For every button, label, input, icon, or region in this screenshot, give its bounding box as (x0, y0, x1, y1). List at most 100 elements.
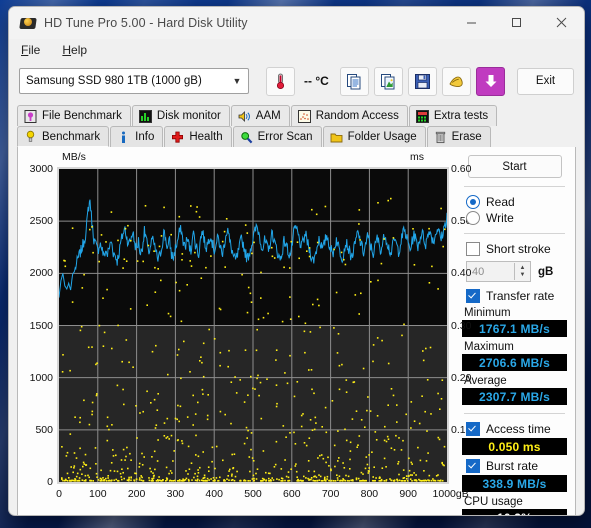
x-axis-tick: 900 (399, 488, 417, 500)
x-axis-tick: 200 (127, 488, 146, 500)
thermometer-button[interactable] (266, 66, 295, 96)
transfer-rate-label: Transfer rate (486, 289, 555, 303)
minimum-value: 1767.1 MB/s (462, 320, 567, 337)
tab-disk-monitor[interactable]: Disk monitor (131, 105, 230, 126)
x-axis-tick: 0 (56, 488, 62, 500)
copy-image-button[interactable] (374, 66, 403, 96)
access-time-value: 0.050 ms (462, 438, 567, 455)
divider (464, 186, 565, 187)
benchmark-controls: Start Read Write Short stroke 40 ▲ ▼ gB … (456, 147, 575, 515)
save-button[interactable] (408, 66, 437, 96)
x-axis-tick: 800 (360, 488, 379, 500)
drive-select[interactable]: Samsung SSD 980 1TB (1000 gB) ▼ (19, 68, 249, 94)
close-button[interactable] (539, 7, 584, 38)
y-axis-tick: 500 (35, 423, 53, 436)
x-axis-tick: 500 (244, 488, 262, 500)
average-value: 2307.7 MB/s (462, 388, 567, 405)
y2-axis-tick: 0.20 (451, 371, 472, 384)
checkbox-short-stroke-indicator (466, 242, 480, 256)
checkbox-burst-rate-indicator (466, 459, 480, 473)
radio-write[interactable]: Write (466, 211, 567, 225)
average-label: Average (464, 375, 507, 387)
short-stroke-size-row: 40 ▲ ▼ gB (466, 261, 567, 282)
burst-rate-label: Burst rate (486, 459, 539, 473)
maximum-label: Maximum (464, 341, 514, 353)
checkbox-access-time[interactable]: Access time (466, 422, 567, 436)
short-stroke-label: Short stroke (486, 242, 551, 256)
tab-benchmark[interactable]: Benchmark (17, 126, 110, 147)
checkbox-transfer-rate[interactable]: Transfer rate (466, 289, 567, 303)
tab-label: Health (189, 131, 223, 143)
y2-axis-tick: 0.30 (451, 319, 472, 332)
x-axis-tick: 400 (205, 488, 223, 500)
tab-label: Random Access (315, 110, 399, 122)
y-axis-tick: 2500 (29, 215, 53, 228)
x-axis-tick: 1000gB (432, 488, 469, 500)
checkbox-burst-rate[interactable]: Burst rate (466, 459, 567, 473)
tab-label: AAM (255, 110, 281, 122)
tab-random-access[interactable]: Random Access (290, 105, 408, 126)
cpu-usage-label: CPU usage (464, 496, 523, 508)
short-stroke-unit: gB (538, 265, 554, 278)
trash-icon (435, 131, 445, 143)
tab-info[interactable]: Info (110, 126, 164, 147)
tab-health[interactable]: Health (164, 126, 232, 147)
menu-file[interactable]: FFileile (21, 43, 40, 57)
title-bar: HD Tune Pro 5.00 - Hard Disk Utility (9, 7, 584, 39)
file-benchmark-icon (24, 109, 37, 123)
y-axis-tick: 2000 (29, 267, 53, 280)
checkbox-access-time-indicator (466, 422, 480, 436)
checkbox-transfer-rate-indicator (466, 289, 480, 303)
hard-disk-icon (19, 15, 37, 31)
tab-label: Info (135, 131, 155, 143)
y-axis-label: MB/s (62, 151, 86, 163)
boot-button[interactable] (442, 66, 471, 96)
drive-select-value: Samsung SSD 980 1TB (1000 gB) (26, 75, 202, 87)
info-icon (122, 131, 126, 143)
copy-text-button[interactable] (340, 66, 369, 96)
tab-label: Erase (451, 131, 482, 143)
download-button[interactable] (476, 66, 505, 96)
menu-help[interactable]: HHelpelp (62, 43, 87, 57)
divider (464, 413, 565, 414)
plot-svg (59, 169, 447, 482)
bar-chart-icon (138, 109, 152, 123)
maximize-button[interactable] (494, 7, 539, 38)
tab-folder-usage[interactable]: Folder Usage (322, 126, 426, 147)
stepper-buttons[interactable]: ▲ ▼ (514, 263, 530, 280)
short-stroke-value: 40 (472, 265, 485, 278)
tab-aam[interactable]: AAM (230, 105, 290, 126)
x-axis-tick: 100 (89, 488, 107, 500)
menu-bar: FFileile HHelpelp (9, 39, 584, 61)
temperature-value: -- °C (304, 74, 329, 88)
y-axis-tick: 0 (47, 476, 53, 488)
tab-row-lower: Benchmark Info Health Error Scan Folder … (17, 126, 576, 147)
start-button[interactable]: Start (467, 155, 562, 178)
exit-button[interactable]: Exit (517, 67, 574, 95)
x-axis-tick: 600 (283, 488, 301, 500)
minimum-label: Minimum (464, 307, 511, 319)
chevron-down-icon: ▼ (232, 76, 242, 86)
hd-tune-window: HD Tune Pro 5.00 - Hard Disk Utility FFi… (8, 6, 585, 516)
checkbox-short-stroke[interactable]: Short stroke (466, 242, 567, 256)
minimize-button[interactable] (449, 7, 494, 38)
tab-error-scan[interactable]: Error Scan (232, 126, 322, 147)
y-axis-tick: 3000 (29, 163, 53, 175)
radio-read[interactable]: Read (466, 195, 567, 209)
access-time-label: Access time (486, 422, 551, 436)
short-stroke-stepper[interactable]: 40 ▲ ▼ (466, 261, 531, 282)
tab-label: Benchmark (42, 130, 101, 143)
tab-label: Disk monitor (156, 110, 221, 122)
y-axis-tick: 1500 (29, 319, 53, 332)
tab-extra-tests[interactable]: Extra tests (408, 105, 498, 126)
tab-label: Folder Usage (347, 131, 417, 143)
plot-area (57, 167, 449, 484)
radio-read-indicator (466, 195, 480, 209)
x-axis-tick: 300 (166, 488, 185, 500)
y2-axis-tick: 0.60 (451, 163, 472, 175)
extra-tests-icon (415, 109, 429, 123)
x-axis-tick: 700 (321, 488, 340, 500)
tab-erase[interactable]: Erase (426, 126, 491, 147)
tab-file-benchmark[interactable]: File Benchmark (17, 105, 131, 126)
radio-write-label: Write (486, 211, 514, 225)
